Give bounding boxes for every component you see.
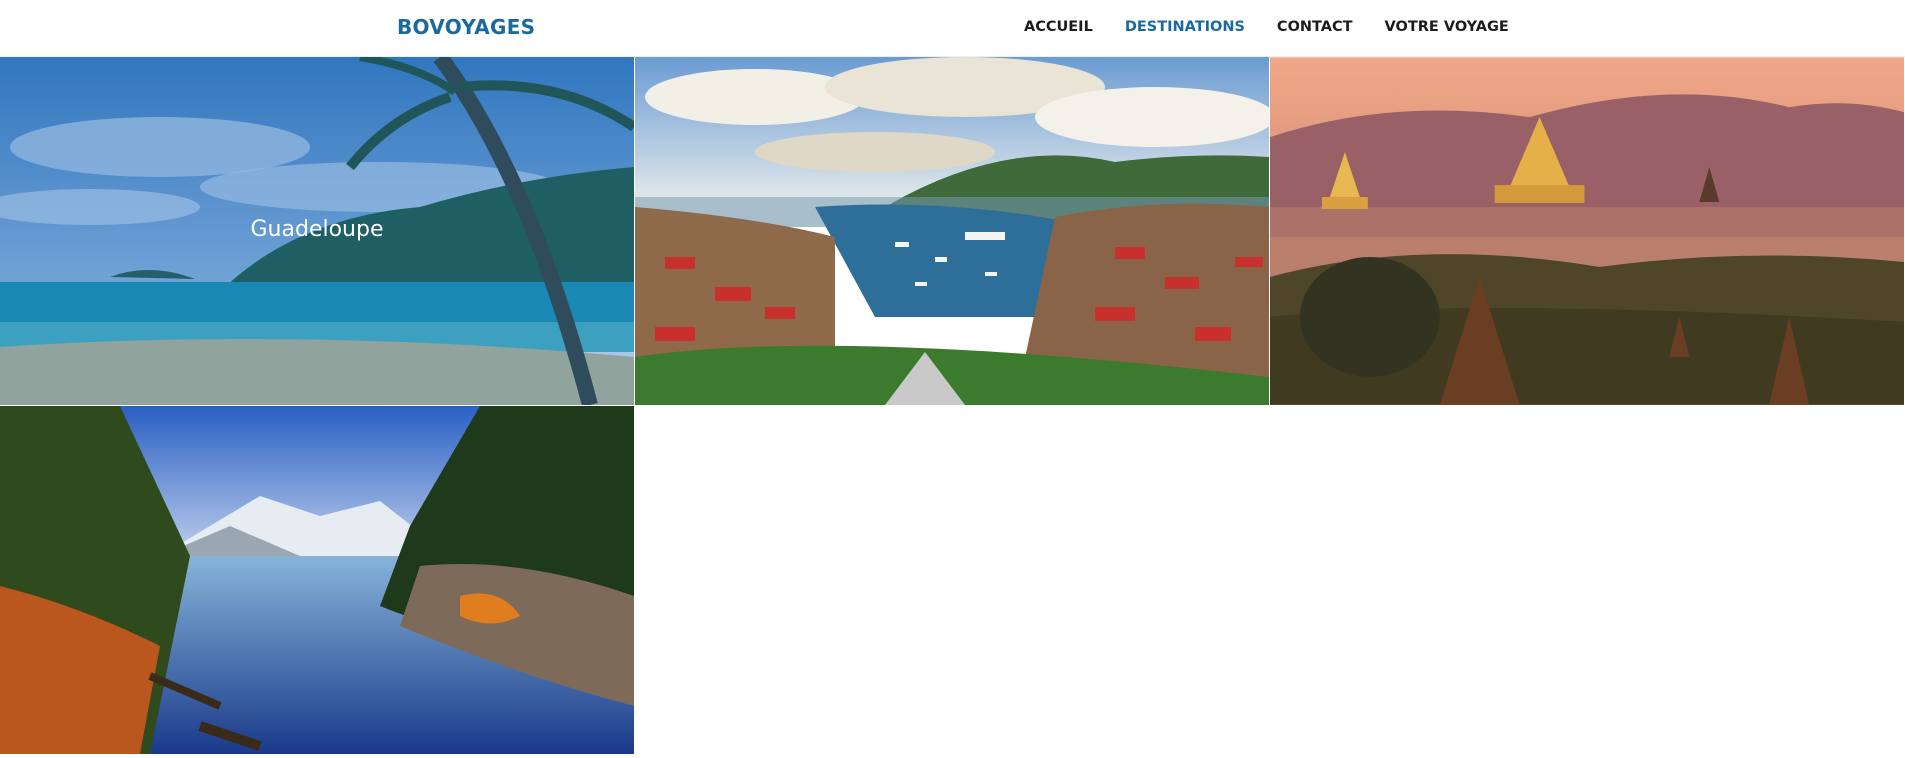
destination-tile-guadeloupe[interactable]: Guadeloupe [0,57,634,405]
destination-caption: Guadeloupe [250,217,384,242]
nav-accueil[interactable]: ACCUEIL [1024,19,1093,35]
harbor-photo [635,57,1269,405]
nav-contact[interactable]: CONTACT [1277,19,1353,35]
destination-tile-lake[interactable] [0,406,634,754]
temples-photo [1270,57,1904,405]
destination-tile-harbor[interactable] [635,57,1269,405]
nav-votre-voyage[interactable]: VOTRE VOYAGE [1385,19,1509,35]
brand-logo[interactable]: BOVOYAGES [397,15,535,39]
nav-destinations[interactable]: DESTINATIONS [1125,19,1245,35]
lake-photo [0,406,634,754]
destination-tile-temples[interactable] [1270,57,1905,405]
main-nav: ACCUEIL DESTINATIONS CONTACT VOTRE VOYAG… [1024,19,1509,35]
site-header: BOVOYAGES ACCUEIL DESTINATIONS CONTACT V… [0,0,1905,57]
